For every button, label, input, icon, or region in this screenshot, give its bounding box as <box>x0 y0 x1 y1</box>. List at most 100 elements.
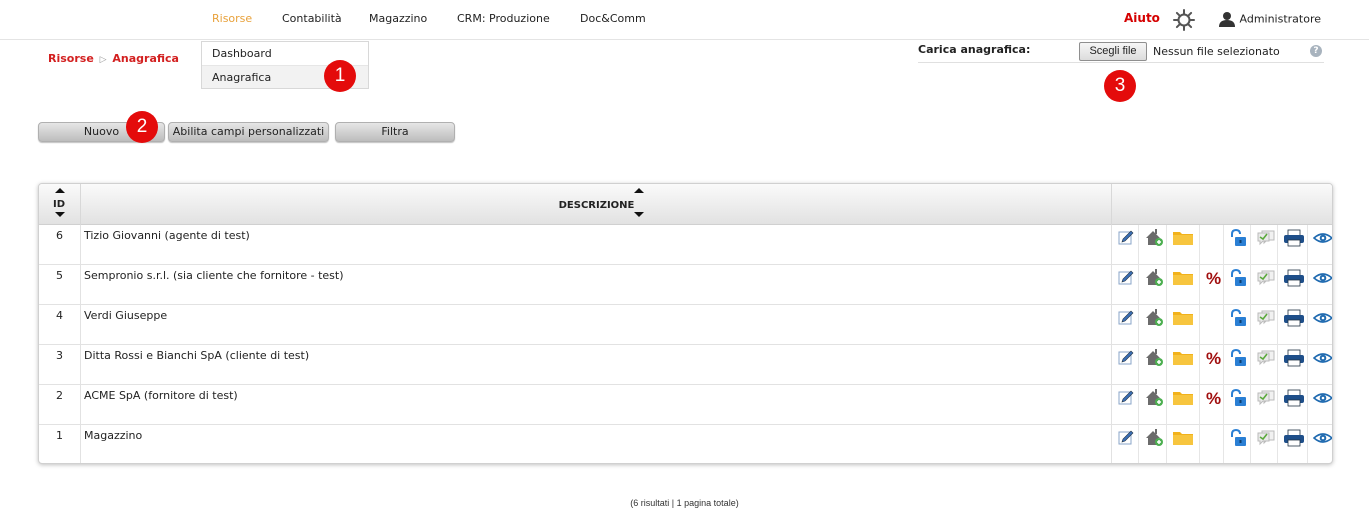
eye-icon[interactable] <box>1308 425 1332 463</box>
table-row: 1 Magazzino <box>39 425 1332 463</box>
house-add-icon[interactable] <box>1139 345 1167 385</box>
house-add-icon[interactable] <box>1139 225 1167 265</box>
discount-icon[interactable]: % <box>1200 385 1224 425</box>
nav-crm-produzione[interactable]: CRM: Produzione <box>457 12 550 25</box>
unlock-icon[interactable] <box>1224 385 1251 425</box>
user-menu[interactable]: Administratore <box>1218 11 1321 29</box>
records-table: ID DESCRIZIONE 6 Tizio Giovanni (agente d… <box>38 183 1333 464</box>
edit-icon[interactable] <box>1112 345 1139 385</box>
eye-icon[interactable] <box>1308 305 1332 345</box>
callout-3: 3 <box>1104 70 1136 102</box>
svg-text:%: % <box>1206 269 1221 287</box>
comment-icon[interactable] <box>1251 425 1278 463</box>
discount-icon[interactable]: % <box>1200 265 1224 305</box>
nav-magazzino[interactable]: Magazzino <box>369 12 427 25</box>
cell-description[interactable]: Magazzino <box>81 425 1112 463</box>
house-add-icon[interactable] <box>1139 265 1167 305</box>
table-row: 5 Sempronio s.r.l. (sia cliente che forni… <box>39 265 1332 305</box>
print-icon[interactable] <box>1278 425 1308 463</box>
table-row: 4 Verdi Giuseppe <box>39 305 1332 345</box>
column-header-description-label: DESCRIZIONE <box>558 200 635 211</box>
comment-icon[interactable] <box>1251 345 1278 385</box>
edit-icon[interactable] <box>1112 425 1139 463</box>
cell-id: 3 <box>39 345 81 385</box>
help-icon[interactable]: ? <box>1310 45 1322 57</box>
unlock-icon[interactable] <box>1224 425 1251 463</box>
sort-ascending-icon[interactable] <box>55 188 65 193</box>
edit-icon[interactable] <box>1112 225 1139 265</box>
sort-descending-icon[interactable] <box>634 212 644 217</box>
folder-icon[interactable] <box>1167 425 1200 463</box>
cell-id: 1 <box>39 425 81 463</box>
unlock-icon[interactable] <box>1224 345 1251 385</box>
folder-icon[interactable] <box>1167 305 1200 345</box>
column-header-description[interactable]: DESCRIZIONE <box>81 184 1112 225</box>
edit-icon[interactable] <box>1112 385 1139 425</box>
help-link[interactable]: Aiuto <box>1124 11 1160 25</box>
house-add-icon[interactable] <box>1139 305 1167 345</box>
cell-id: 5 <box>39 265 81 305</box>
callout-2: 2 <box>126 111 158 143</box>
comment-icon[interactable] <box>1251 305 1278 345</box>
nav-risorse[interactable]: Risorse <box>212 12 252 25</box>
eye-icon[interactable] <box>1308 225 1332 265</box>
folder-icon[interactable] <box>1167 225 1200 265</box>
print-icon[interactable] <box>1278 265 1308 305</box>
callout-1: 1 <box>324 60 356 92</box>
cell-description[interactable]: Tizio Giovanni (agente di test) <box>81 225 1112 265</box>
cell-id: 4 <box>39 305 81 345</box>
breadcrumb-risorse[interactable]: Risorse <box>48 52 94 65</box>
enable-custom-fields-button[interactable]: Abilita campi personalizzati <box>168 122 329 142</box>
table-row: 3 Ditta Rossi e Bianchi SpA (cliente di t… <box>39 345 1332 385</box>
print-icon[interactable] <box>1278 225 1308 265</box>
cell-description[interactable]: ACME SpA (fornitore di test) <box>81 385 1112 425</box>
file-status: Nessun file selezionato <box>1153 45 1280 58</box>
cell-description[interactable]: Verdi Giuseppe <box>81 305 1112 345</box>
unlock-icon[interactable] <box>1224 225 1251 265</box>
nav-contabilita[interactable]: Contabilità <box>282 12 342 25</box>
top-navigation: Risorse Contabilità Magazzino CRM: Produ… <box>0 0 1369 40</box>
empty-action-cell <box>1200 425 1224 463</box>
breadcrumb-anagrafica[interactable]: Anagrafica <box>112 52 179 65</box>
svg-text:%: % <box>1206 349 1221 367</box>
print-icon[interactable] <box>1278 345 1308 385</box>
comment-icon[interactable] <box>1251 385 1278 425</box>
discount-icon[interactable]: % <box>1200 345 1224 385</box>
cell-description[interactable]: Ditta Rossi e Bianchi SpA (cliente di te… <box>81 345 1112 385</box>
breadcrumb-separator: ▷ <box>99 55 107 65</box>
print-icon[interactable] <box>1278 305 1308 345</box>
comment-icon[interactable] <box>1251 225 1278 265</box>
unlock-icon[interactable] <box>1224 265 1251 305</box>
comment-icon[interactable] <box>1251 265 1278 305</box>
pagination-summary: (6 risultati | 1 pagina totale) <box>630 498 739 508</box>
user-icon <box>1218 11 1236 27</box>
divider <box>918 62 1324 63</box>
house-add-icon[interactable] <box>1139 425 1167 463</box>
edit-icon[interactable] <box>1112 265 1139 305</box>
empty-action-cell <box>1200 305 1224 345</box>
upload-label: Carica anagrafica: <box>918 43 1031 56</box>
cell-description[interactable]: Sempronio s.r.l. (sia cliente che fornit… <box>81 265 1112 305</box>
folder-icon[interactable] <box>1167 385 1200 425</box>
column-header-id-label: ID <box>53 199 66 210</box>
table-row: 2 ACME SpA (fornitore di test)% <box>39 385 1332 425</box>
unlock-icon[interactable] <box>1224 305 1251 345</box>
filter-button[interactable]: Filtra <box>335 122 455 142</box>
empty-action-cell <box>1200 225 1224 265</box>
edit-icon[interactable] <box>1112 305 1139 345</box>
print-icon[interactable] <box>1278 385 1308 425</box>
column-header-id[interactable]: ID <box>39 184 81 225</box>
eye-icon[interactable] <box>1308 265 1332 305</box>
eye-icon[interactable] <box>1308 345 1332 385</box>
eye-icon[interactable] <box>1308 385 1332 425</box>
folder-icon[interactable] <box>1167 345 1200 385</box>
house-add-icon[interactable] <box>1139 385 1167 425</box>
gear-icon[interactable] <box>1173 9 1195 31</box>
folder-icon[interactable] <box>1167 265 1200 305</box>
sort-descending-icon[interactable] <box>55 212 65 217</box>
choose-file-button[interactable]: Scegli file <box>1079 42 1147 61</box>
svg-text:%: % <box>1206 389 1221 407</box>
sort-ascending-icon[interactable] <box>634 188 644 193</box>
user-name: Administratore <box>1239 12 1322 26</box>
nav-doc-comm[interactable]: Doc&Comm <box>580 12 646 25</box>
